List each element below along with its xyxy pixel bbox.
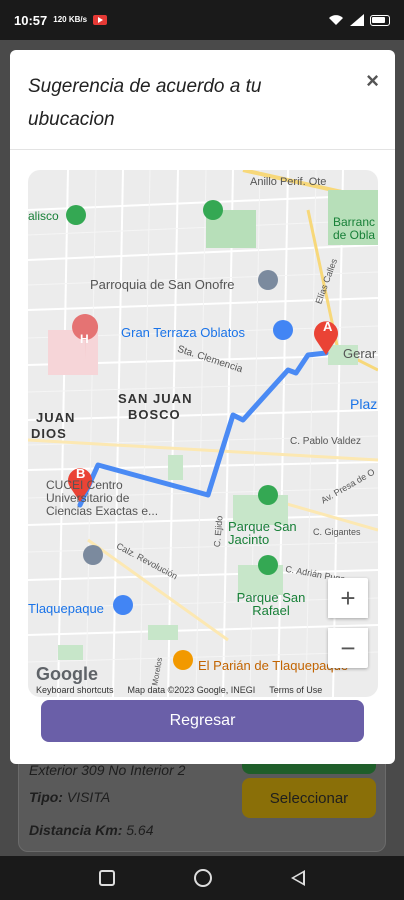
distancia-value: 5.64: [126, 822, 154, 838]
network-speed: 120 KB/s: [53, 15, 88, 24]
distancia-row: Distancia Km: 5.64: [29, 822, 154, 838]
map-label-bosco: BOSCO: [128, 407, 181, 422]
map-label-plaz: Plaz: [350, 396, 378, 412]
modal-title: Sugerencia de acuerdo a tu ubucacion: [28, 76, 262, 130]
map-label-barranca: Barranc de Obla: [333, 215, 376, 242]
map-label-dios: DIOS: [31, 426, 67, 441]
map-label-parque-jacinto: Parque San Jacinto: [228, 519, 297, 547]
battery-icon: [370, 14, 390, 26]
map-label-terraza: Gran Terraza Oblatos: [121, 325, 246, 340]
home-icon[interactable]: [193, 869, 212, 887]
close-button[interactable]: ×: [366, 68, 379, 94]
google-logo: Google: [36, 664, 98, 684]
return-button[interactable]: Regresar: [41, 700, 364, 742]
map-label-sanjuan: SAN JUAN: [118, 391, 193, 406]
wifi-icon: [329, 15, 343, 25]
map-data-text: Map data ©2023 Google, INEGI: [127, 685, 256, 695]
map-label-anillo: Anillo Perif. Ote: [250, 176, 327, 188]
location-modal: Sugerencia de acuerdo a tu ubucacion × A…: [10, 50, 395, 764]
map-label-tlaquepaque: Tlaquepaque: [28, 601, 104, 616]
modal-header: Sugerencia de acuerdo a tu ubucacion ×: [10, 50, 395, 150]
map-label-alisco: alisco: [28, 209, 59, 223]
map-label-juan: JUAN: [36, 410, 76, 425]
map-label-parque-rafael: Parque San Rafael: [236, 590, 306, 618]
distancia-label: Distancia Km:: [29, 822, 123, 838]
map-canvas: [28, 170, 378, 697]
map-view[interactable]: A B H Anillo Perif. Ote Barranc de Obla …: [28, 170, 378, 697]
map-label-cucei: CUCEI Centro Universitario de Ciencias E…: [46, 478, 159, 518]
status-bar: 10:57 120 KB/s: [0, 0, 404, 40]
back-icon[interactable]: [290, 870, 305, 886]
map-label-gigantes: C. Gigantes: [313, 527, 361, 537]
map-label-parian: El Parián de Tlaquepaque: [198, 658, 349, 673]
map-label-ger: Gerar: [343, 346, 377, 361]
map-attribution: Keyboard shortcuts Map data ©2023 Google…: [28, 685, 378, 695]
navigation-bar: [0, 856, 404, 900]
zoom-out-button[interactable]: −: [328, 628, 368, 668]
select-button[interactable]: Seleccionar: [242, 778, 376, 818]
zoom-in-button[interactable]: +: [328, 578, 368, 618]
terms-link[interactable]: Terms of Use: [269, 685, 322, 695]
hospital-marker-label: H: [80, 332, 89, 346]
marker-a-label: A: [323, 319, 333, 334]
address-line: Exterior 309 No Interior 2: [29, 762, 186, 778]
youtube-icon: [93, 15, 108, 25]
map-label-parroquia: Parroquia de San Onofre: [90, 277, 235, 292]
map-label-ejido: C. Ejido: [211, 515, 225, 548]
keyboard-shortcuts-link[interactable]: Keyboard shortcuts: [36, 685, 114, 695]
status-time: 10:57: [14, 12, 48, 28]
map-label-pablo: C. Pablo Valdez: [290, 436, 361, 447]
signal-icon: [350, 14, 364, 26]
tipo-value: VISITA: [66, 789, 111, 805]
tipo-row: Tipo: VISITA: [29, 789, 110, 805]
tipo-label: Tipo:: [29, 789, 63, 805]
recents-icon[interactable]: [99, 870, 116, 886]
